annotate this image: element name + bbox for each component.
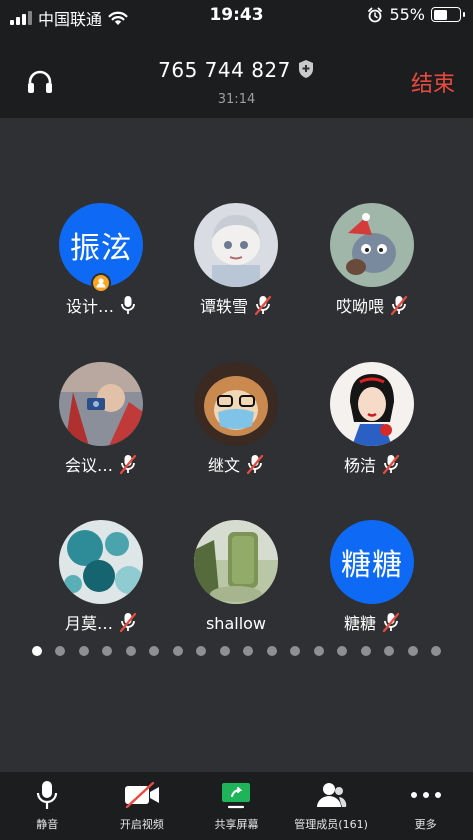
more-label: 更多 xyxy=(414,818,437,831)
members-icon xyxy=(317,783,347,807)
page-dot[interactable] xyxy=(172,646,183,656)
participant-gallery: 振泫 设计… 谭轶雪 哎呦喂 会议… 继文 杨洁 月莫… shallow 糖糖 … xyxy=(0,118,473,772)
avatar-image xyxy=(330,362,414,446)
microphone-muted-icon xyxy=(246,454,264,474)
battery-icon xyxy=(431,7,465,22)
video-off-icon xyxy=(124,782,159,808)
avatar-image xyxy=(59,520,143,604)
end-meeting-button[interactable]: 结束 xyxy=(411,66,455,98)
start-video-button[interactable]: 开启视频 xyxy=(95,772,190,840)
page-dot[interactable] xyxy=(78,646,89,656)
page-dot[interactable] xyxy=(360,646,371,656)
avatar-image xyxy=(194,362,278,446)
more-button[interactable]: 更多 xyxy=(378,772,473,840)
participant-name: 糖糖 xyxy=(343,614,376,633)
meeting-duration: 31:14 xyxy=(217,92,256,107)
manage-members-button[interactable]: 管理成员(161) xyxy=(284,772,379,840)
page-dot[interactable] xyxy=(407,646,418,656)
avatar-image xyxy=(330,203,414,287)
mute-label: 静音 xyxy=(36,818,59,831)
avatar xyxy=(194,203,278,287)
page-dot[interactable] xyxy=(431,646,442,656)
page-dot[interactable] xyxy=(55,646,66,656)
participant-tile[interactable]: shallow xyxy=(166,520,306,633)
microphone-icon xyxy=(121,296,135,314)
participant-tile[interactable]: 杨洁 xyxy=(302,362,442,476)
meeting-id-text: 765 744 827 xyxy=(158,58,291,82)
microphone-muted-icon xyxy=(119,454,137,474)
participant-name: 会议… xyxy=(64,456,113,475)
participant-name: 继文 xyxy=(207,456,240,475)
avatar-initials: 糖糖 xyxy=(330,520,414,604)
microphone-muted-icon xyxy=(382,612,400,632)
participant-tile[interactable]: 谭轶雪 xyxy=(166,203,306,317)
microphone-icon xyxy=(37,781,58,809)
avatar xyxy=(59,362,143,446)
meeting-header: 765 744 827 31:14 结束 xyxy=(0,32,473,118)
participant-name: 杨洁 xyxy=(343,456,376,475)
page-dot[interactable] xyxy=(102,646,113,656)
page-dot[interactable] xyxy=(290,646,301,656)
avatar: 振泫 xyxy=(59,203,143,293)
battery-percent: 55% xyxy=(389,5,425,24)
avatar: 糖糖 xyxy=(330,520,414,604)
microphone-muted-icon xyxy=(382,454,400,474)
more-icon xyxy=(410,792,441,798)
microphone-muted-icon xyxy=(119,612,137,632)
bottom-toolbar: 静音 开启视频 共享屏幕 管理成员(161) 更多 xyxy=(0,772,473,840)
page-dot[interactable] xyxy=(31,646,42,656)
page-indicator[interactable] xyxy=(0,646,473,656)
avatar xyxy=(194,520,278,604)
participant-name: 月莫… xyxy=(64,614,113,633)
page-dot[interactable] xyxy=(219,646,230,656)
page-dot[interactable] xyxy=(313,646,324,656)
participant-tile[interactable]: 会议… xyxy=(31,362,171,476)
microphone-muted-icon xyxy=(254,295,272,315)
manage-members-label: 管理成员(161) xyxy=(294,818,368,831)
page-dot[interactable] xyxy=(266,646,277,656)
avatar xyxy=(59,520,143,604)
mute-button[interactable]: 静音 xyxy=(0,772,95,840)
participant-name: 设计… xyxy=(65,297,114,316)
page-dot[interactable] xyxy=(337,646,348,656)
alarm-icon xyxy=(368,7,383,22)
shield-icon xyxy=(298,60,313,78)
avatar xyxy=(194,362,278,446)
share-screen-button[interactable]: 共享屏幕 xyxy=(189,772,284,840)
meeting-id[interactable]: 765 744 827 xyxy=(0,58,473,82)
page-dot[interactable] xyxy=(196,646,207,656)
microphone-muted-icon xyxy=(390,295,408,315)
avatar xyxy=(330,203,414,287)
avatar-image xyxy=(194,520,278,604)
start-video-label: 开启视频 xyxy=(119,818,164,831)
participant-tile[interactable]: 糖糖 糖糖 xyxy=(302,520,442,634)
host-badge-icon xyxy=(91,273,111,293)
participant-name: 谭轶雪 xyxy=(199,297,248,316)
participant-tile[interactable]: 振泫 设计… xyxy=(31,203,171,317)
participant-tile[interactable]: 哎呦喂 xyxy=(302,203,442,317)
page-dot[interactable] xyxy=(384,646,395,656)
share-screen-label: 共享屏幕 xyxy=(214,818,259,831)
page-dot[interactable] xyxy=(243,646,254,656)
avatar-image xyxy=(59,362,143,446)
share-screen-icon xyxy=(222,783,251,809)
participant-name: 哎呦喂 xyxy=(335,297,384,316)
participant-tile[interactable]: 继文 xyxy=(166,362,306,476)
page-dot[interactable] xyxy=(149,646,160,656)
avatar xyxy=(330,362,414,446)
participant-name: shallow xyxy=(205,614,267,633)
participant-tile[interactable]: 月莫… xyxy=(31,520,171,634)
page-dot[interactable] xyxy=(125,646,136,656)
status-bar: 中国联通 19:43 55% xyxy=(0,0,473,32)
avatar-image xyxy=(194,203,278,287)
